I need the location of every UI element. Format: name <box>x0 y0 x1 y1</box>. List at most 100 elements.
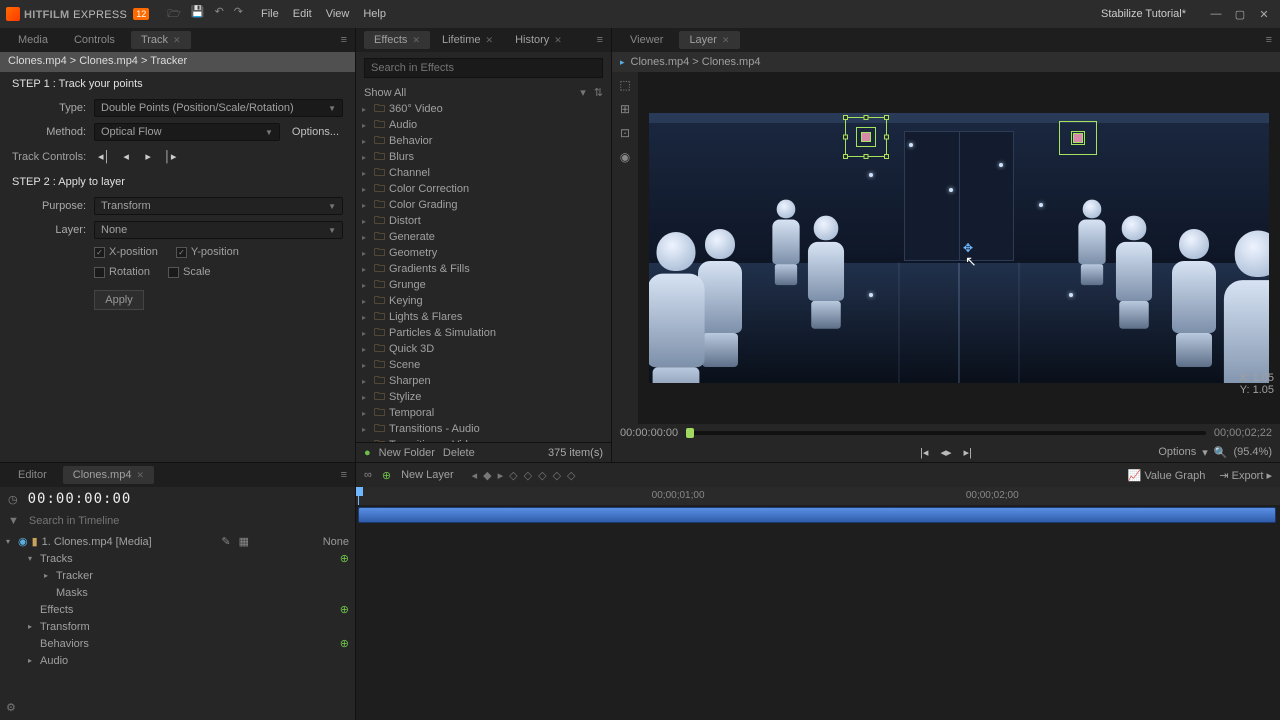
visibility-icon[interactable]: ◉ <box>18 535 28 548</box>
masks-row[interactable]: Masks <box>0 584 355 601</box>
viewer-zoom-level[interactable]: (95.4%) <box>1233 446 1272 458</box>
effects-folder[interactable]: ▸🗀Channel <box>362 165 605 181</box>
new-folder-button[interactable]: New Folder <box>379 447 435 459</box>
menu-file[interactable]: File <box>261 8 279 20</box>
tab-layer[interactable]: Layer✕ <box>679 31 739 49</box>
effects-folder[interactable]: ▸🗀Blurs <box>362 149 605 165</box>
panel-menu-icon[interactable]: ≡ <box>597 34 603 46</box>
rotation-checkbox[interactable] <box>94 267 105 278</box>
next-frame-button[interactable]: ▸| <box>964 446 972 459</box>
kf-diamond-icon[interactable]: ◇ <box>509 469 517 482</box>
playhead[interactable] <box>358 487 359 505</box>
effects-folder[interactable]: ▸🗀360° Video <box>362 101 605 117</box>
method-dropdown[interactable]: Optical Flow▼ <box>94 123 280 141</box>
twirl-icon[interactable]: ▸ <box>620 57 625 68</box>
effects-folder[interactable]: ▸🗀Keying <box>362 293 605 309</box>
effects-folder[interactable]: ▸🗀Lights & Flares <box>362 309 605 325</box>
add-icon[interactable]: ⊕ <box>340 552 349 565</box>
maximize-button[interactable]: ▢ <box>1230 6 1250 22</box>
select-tool-icon[interactable]: ⬚ <box>619 78 630 92</box>
close-icon[interactable]: ✕ <box>554 35 562 45</box>
tracker-row[interactable]: ▸Tracker <box>0 567 355 584</box>
tab-editor[interactable]: Editor <box>8 466 57 484</box>
delete-button[interactable]: Delete <box>443 447 475 459</box>
kf-icon[interactable]: ◆ <box>483 469 491 482</box>
viewer-options-button[interactable]: Options <box>1158 446 1196 458</box>
close-icon[interactable]: ✕ <box>722 35 730 45</box>
prev-kf-icon[interactable]: ◂ <box>472 469 478 482</box>
x-position-checkbox[interactable]: ✓ <box>94 247 105 258</box>
add-icon[interactable]: ⊕ <box>340 637 349 650</box>
blend-mode-dropdown[interactable]: None <box>323 536 349 548</box>
kf-diamond-icon[interactable]: ◇ <box>553 469 561 482</box>
kf-diamond-icon[interactable]: ◇ <box>567 469 575 482</box>
method-options-button[interactable]: Options... <box>288 126 343 138</box>
track-forward-button[interactable]: ▸ <box>140 150 156 164</box>
video-clip[interactable] <box>358 507 1276 523</box>
effects-folder[interactable]: ▸🗀Distort <box>362 213 605 229</box>
close-icon[interactable]: ✕ <box>136 470 144 480</box>
effects-folder[interactable]: ▸🗀Particles & Simulation <box>362 325 605 341</box>
tracker-point-1-inner[interactable] <box>856 127 876 147</box>
viewer-canvas-area[interactable]: ↖ X: 1.05 Y: 1.05 <box>638 72 1280 424</box>
next-kf-icon[interactable]: ▸ <box>498 469 504 482</box>
viewer-breadcrumb[interactable]: Clones.mp4 > Clones.mp4 <box>631 56 761 68</box>
close-button[interactable]: ✕ <box>1254 6 1274 22</box>
effects-folder[interactable]: ▸🗀Stylize <box>362 389 605 405</box>
tracker-point-2-outer[interactable] <box>1059 121 1097 155</box>
effects-folder[interactable]: ▸🗀Transitions - Audio <box>362 421 605 437</box>
panel-menu-icon[interactable]: ≡ <box>341 469 347 481</box>
timeline-ruler[interactable]: 00;00;01;00 00;00;02;00 <box>356 487 1280 505</box>
twirl-down-icon[interactable]: ▾ <box>6 537 14 546</box>
effects-folder[interactable]: ▸🗀Color Correction <box>362 181 605 197</box>
hand-tool-icon[interactable]: ⊞ <box>620 102 630 116</box>
menu-view[interactable]: View <box>326 8 350 20</box>
effects-folder[interactable]: ▸🗀Grunge <box>362 277 605 293</box>
clock-icon[interactable]: ◷ <box>8 493 18 506</box>
type-dropdown[interactable]: Double Points (Position/Scale/Rotation)▼ <box>94 99 343 117</box>
minimize-button[interactable]: — <box>1206 6 1226 22</box>
tab-controls[interactable]: Controls <box>64 31 125 49</box>
export-icon[interactable]: ⇥ <box>1219 470 1228 482</box>
menu-help[interactable]: Help <box>363 8 386 20</box>
panel-menu-icon[interactable]: ≡ <box>1266 34 1272 46</box>
track-back-one-button[interactable]: ◂│ <box>96 150 112 164</box>
tab-effects[interactable]: Effects✕ <box>364 31 430 49</box>
effects-search-input[interactable] <box>364 58 603 78</box>
effects-folder[interactable]: ▸🗀Audio <box>362 117 605 133</box>
effects-folder[interactable]: ▸🗀Geometry <box>362 245 605 261</box>
timeline-settings-icon[interactable]: ⚙ <box>6 701 16 714</box>
play-button[interactable]: ◂▸ <box>940 446 951 459</box>
effects-folder[interactable]: ▸🗀Behavior <box>362 133 605 149</box>
track-forward-one-button[interactable]: │▸ <box>162 150 178 164</box>
breadcrumb[interactable]: Clones.mp4 > Clones.mp4 > Tracker <box>0 52 355 72</box>
viewer-current-time[interactable]: 00:00:00:00 <box>620 427 678 439</box>
audio-row[interactable]: ▸Audio <box>0 652 355 669</box>
scale-checkbox[interactable] <box>168 267 179 278</box>
panel-menu-icon[interactable]: ≡ <box>341 34 347 46</box>
tab-comp[interactable]: Clones.mp4✕ <box>63 466 154 484</box>
text-tool-icon[interactable]: ⊡ <box>620 126 630 140</box>
redo-icon[interactable]: ↷ <box>234 5 243 24</box>
link-icon[interactable]: ∞ <box>364 469 372 481</box>
save-icon[interactable]: 💾 <box>191 5 205 24</box>
apply-button[interactable]: Apply <box>94 290 144 310</box>
tab-lifetime[interactable]: Lifetime✕ <box>432 31 503 49</box>
edit-icon[interactable]: ✎ <box>221 535 230 548</box>
prev-frame-button[interactable]: |◂ <box>920 446 928 459</box>
export-button[interactable]: Export <box>1232 470 1264 482</box>
open-icon[interactable]: 🗁 <box>167 5 181 24</box>
track-back-button[interactable]: ◂ <box>118 150 134 164</box>
menu-edit[interactable]: Edit <box>293 8 312 20</box>
purpose-dropdown[interactable]: Transform▼ <box>94 197 343 215</box>
y-position-checkbox[interactable]: ✓ <box>176 247 187 258</box>
undo-icon[interactable]: ↶ <box>215 5 224 24</box>
timeline-timecode[interactable]: 00:00:00:00 <box>28 491 132 507</box>
timeline-track-area[interactable] <box>356 505 1280 720</box>
kf-diamond-icon[interactable]: ◇ <box>524 469 532 482</box>
tab-history[interactable]: History✕ <box>505 31 572 49</box>
tracks-row[interactable]: ▾Tracks⊕ <box>0 550 355 567</box>
timeline-search-input[interactable] <box>23 513 344 529</box>
effects-folder[interactable]: ▸🗀Color Grading <box>362 197 605 213</box>
tab-media[interactable]: Media <box>8 31 58 49</box>
